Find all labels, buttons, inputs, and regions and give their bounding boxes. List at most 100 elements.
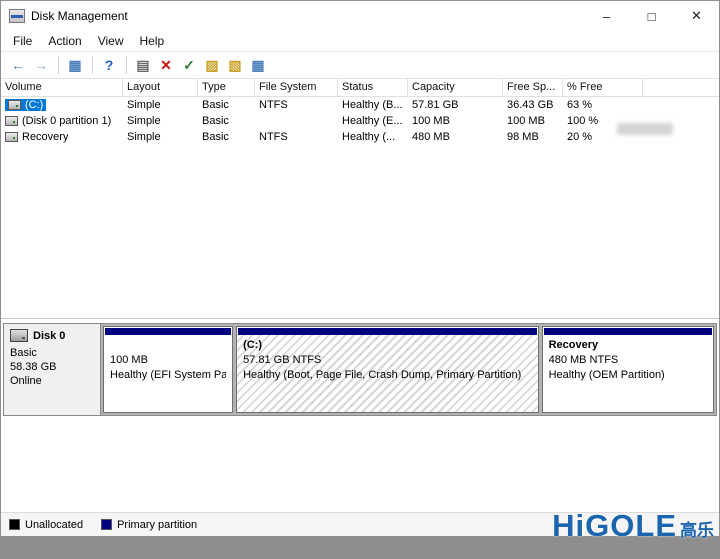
volume-cell: (C:) (1, 99, 123, 111)
status-cell: Healthy (B... (338, 99, 408, 111)
volume-name: (C:) (25, 99, 43, 111)
window-title: Disk Management (31, 9, 128, 23)
column-header-type[interactable]: Type (198, 79, 255, 97)
partition-color-bar (238, 328, 537, 335)
delete-volume-icon[interactable]: ✕ (155, 55, 177, 76)
layout-cell: Simple (123, 99, 198, 111)
volume: Recovery (5, 131, 68, 143)
graphical-view: Disk 0 Basic 58.38 GB Online 100 MB Heal… (1, 319, 719, 512)
menu-bar: File Action View Help (1, 31, 719, 52)
table-row[interactable]: (C:) Simple Basic NTFS Healthy (B... 57.… (1, 97, 719, 113)
drive-icon (8, 100, 21, 110)
capacity-cell: 57.81 GB (408, 99, 503, 111)
properties-icon[interactable]: ▤ (132, 55, 154, 76)
disk-0-info[interactable]: Disk 0 Basic 58.38 GB Online (4, 324, 101, 415)
partition-body: 100 MB Healthy (EFI System Pa (104, 335, 232, 412)
column-header-filler (643, 79, 719, 97)
maximize-button[interactable]: □ (629, 1, 674, 31)
column-header-layout[interactable]: Layout (123, 79, 198, 97)
partition-status: Healthy (Boot, Page File, Crash Dump, Pr… (243, 368, 532, 383)
extend-volume-icon[interactable]: ▦ (247, 55, 269, 76)
console-tree-icon[interactable]: ▦ (64, 55, 86, 76)
forward-icon[interactable]: → (30, 55, 52, 76)
toolbar: ← → ▦ ? ▤ ✕ ✓ ▨ ▧ ▦ (1, 52, 719, 79)
drive-icon (5, 116, 18, 126)
partitions: 100 MB Healthy (EFI System Pa (C:) 57.81… (101, 324, 716, 415)
disk-icon (10, 329, 28, 342)
partition-color-bar (544, 328, 712, 335)
column-header-free-space[interactable]: Free Sp... (503, 79, 563, 97)
free-space-cell: 36.43 GB (503, 99, 563, 111)
column-header-file-system[interactable]: File System (255, 79, 338, 97)
title-bar: Disk Management – □ ✕ (1, 1, 719, 31)
list-header: Volume Layout Type File System Status Ca… (1, 79, 719, 97)
menu-action[interactable]: Action (40, 32, 89, 50)
legend-label: Primary partition (117, 519, 197, 531)
close-button[interactable]: ✕ (674, 1, 719, 31)
free-space-cell: 100 MB (503, 115, 563, 127)
partition-color-bar (105, 328, 231, 335)
layout-cell: Simple (123, 115, 198, 127)
disk-type: Basic (10, 346, 94, 360)
status-cell: Healthy (E... (338, 115, 408, 127)
selected-volume: (C:) (5, 99, 46, 111)
partition-recovery[interactable]: Recovery 480 MB NTFS Healthy (OEM Partit… (542, 326, 714, 413)
type-cell: Basic (198, 115, 255, 127)
partition-body: Recovery 480 MB NTFS Healthy (OEM Partit… (543, 335, 713, 412)
partition-size: 57.81 GB NTFS (243, 353, 532, 368)
minimize-button[interactable]: – (584, 1, 629, 31)
disk-name: Disk 0 (33, 330, 65, 342)
screen: Disk Management – □ ✕ File Action View H… (0, 0, 720, 559)
partition-name (110, 338, 226, 353)
legend-item-unallocated: Unallocated (9, 519, 83, 531)
type-cell: Basic (198, 131, 255, 143)
column-header-pct-free[interactable]: % Free (563, 79, 643, 97)
disk-management-app-icon (9, 9, 25, 23)
column-header-volume[interactable]: Volume (1, 79, 123, 97)
window-controls: – □ ✕ (584, 1, 719, 31)
partition-name: (C:) (243, 338, 532, 353)
legend-item-primary-partition: Primary partition (101, 519, 197, 531)
volume-name: (Disk 0 partition 1) (22, 115, 111, 127)
column-header-capacity[interactable]: Capacity (408, 79, 503, 97)
partition-name: Recovery (549, 338, 707, 353)
disk-status: Online (10, 374, 94, 388)
partition-c[interactable]: (C:) 57.81 GB NTFS Healthy (Boot, Page F… (236, 326, 539, 413)
volume-name: Recovery (22, 131, 68, 143)
toolbar-separator (126, 56, 127, 74)
menu-help[interactable]: Help (132, 32, 173, 50)
volume: (Disk 0 partition 1) (5, 115, 111, 127)
volume-cell: (Disk 0 partition 1) (1, 115, 123, 127)
unallocated-swatch (9, 519, 20, 530)
table-row[interactable]: (Disk 0 partition 1) Simple Basic Health… (1, 113, 719, 129)
partition-status: Healthy (EFI System Pa (110, 368, 226, 383)
back-icon[interactable]: ← (7, 55, 29, 76)
drive-icon (5, 132, 18, 142)
partition-body: (C:) 57.81 GB NTFS Healthy (Boot, Page F… (237, 335, 538, 412)
partition-status: Healthy (OEM Partition) (549, 368, 707, 383)
legend-label: Unallocated (25, 519, 83, 531)
capacity-cell: 480 MB (408, 131, 503, 143)
volume-list: Volume Layout Type File System Status Ca… (1, 79, 719, 319)
blurred-watermark (617, 123, 673, 135)
free-space-cell: 98 MB (503, 131, 563, 143)
type-cell: Basic (198, 99, 255, 111)
menu-file[interactable]: File (5, 32, 40, 50)
partition-size: 100 MB (110, 353, 226, 368)
capacity-cell: 100 MB (408, 115, 503, 127)
higole-watermark: HiGOLE 高乐 (552, 513, 714, 539)
table-row[interactable]: Recovery Simple Basic NTFS Healthy (... … (1, 129, 719, 145)
layout-cell: Simple (123, 131, 198, 143)
open-folder-icon[interactable]: ▧ (224, 55, 246, 76)
change-letter-icon[interactable]: ▨ (201, 55, 223, 76)
disk-size: 58.38 GB (10, 360, 94, 374)
menu-view[interactable]: View (90, 32, 132, 50)
column-header-status[interactable]: Status (338, 79, 408, 97)
pct-free-cell: 63 % (563, 99, 643, 111)
help-icon[interactable]: ? (98, 55, 120, 76)
status-cell: Healthy (... (338, 131, 408, 143)
file-system-cell: NTFS (255, 131, 338, 143)
toolbar-separator (58, 56, 59, 74)
mark-active-icon[interactable]: ✓ (178, 55, 200, 76)
partition-efi[interactable]: 100 MB Healthy (EFI System Pa (103, 326, 233, 413)
